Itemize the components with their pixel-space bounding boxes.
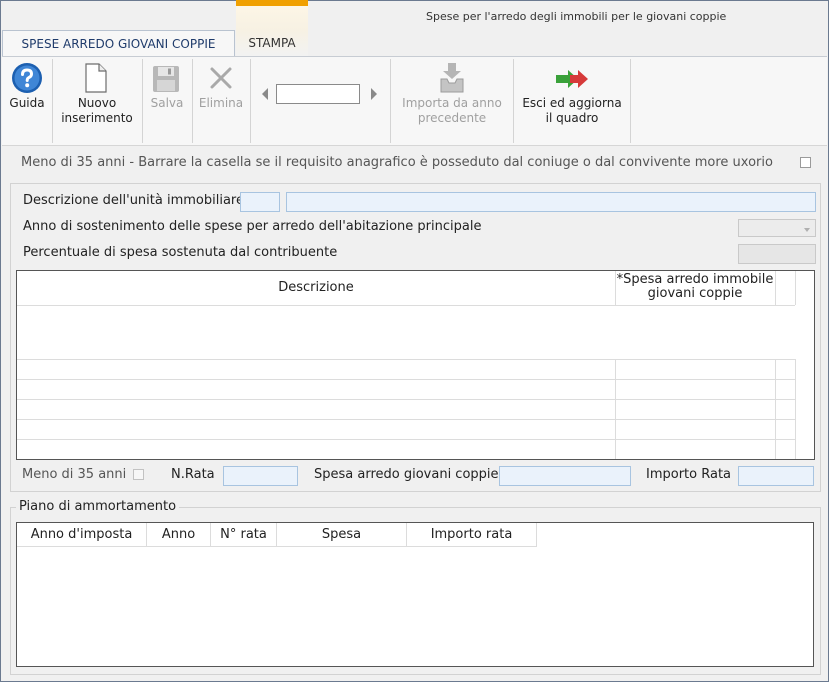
nuovo-label-line1: Nuovo bbox=[77, 96, 117, 110]
ribbon-separator bbox=[250, 59, 251, 143]
percentuale-label: Percentuale di spesa sostenuta dal contr… bbox=[23, 245, 338, 260]
window-title: Spese per l'arredo degli immobili per le… bbox=[426, 10, 727, 23]
record-navigator-input[interactable] bbox=[276, 84, 360, 104]
importo-rata-label: Importo Rata bbox=[646, 467, 732, 482]
piano-col-n-rata: N° rata bbox=[211, 523, 276, 546]
elimina-button[interactable]: Elimina bbox=[194, 57, 248, 143]
under35-spouse-checkbox[interactable] bbox=[800, 157, 811, 168]
esci-label-line1: Esci ed aggiorna bbox=[522, 96, 622, 110]
descrizione-label: Descrizione dell'unità immobiliare bbox=[23, 193, 244, 208]
percentuale-field[interactable] bbox=[738, 244, 816, 264]
anno-select[interactable] bbox=[738, 219, 816, 237]
salva-button[interactable]: Salva bbox=[144, 57, 190, 143]
expenses-grid: Descrizione *Spesa arredo immobile giova… bbox=[16, 270, 815, 460]
guida-label: Guida bbox=[9, 96, 45, 110]
nuovo-label-line2: inserimento bbox=[61, 111, 133, 125]
ribbon-toolbar: Guida Nuovo inserimento Salva Elimina Im… bbox=[2, 57, 827, 146]
nuovo-inserimento-button[interactable]: Nuovo inserimento bbox=[54, 57, 140, 143]
ribbon-separator bbox=[142, 59, 143, 143]
spesa-arredo-label: Spesa arredo giovani coppie bbox=[314, 467, 499, 482]
salva-label: Salva bbox=[150, 96, 184, 110]
esci-aggiorna-quadro-button[interactable]: Esci ed aggiorna il quadro bbox=[514, 57, 630, 143]
piano-title: Piano di ammortamento bbox=[16, 499, 180, 514]
chevron-down-icon bbox=[804, 228, 810, 232]
elimina-label: Elimina bbox=[198, 96, 244, 110]
piano-col-anno-imposta: Anno d'imposta bbox=[17, 523, 146, 546]
nav-prev-icon[interactable] bbox=[262, 88, 268, 100]
importa-label-line2: precedente bbox=[417, 111, 487, 125]
column-header-descrizione: Descrizione bbox=[17, 271, 615, 305]
anno-label: Anno di sostenimento delle spese per arr… bbox=[23, 219, 482, 234]
tab-highlight bbox=[236, 6, 308, 30]
descrizione-field[interactable] bbox=[286, 192, 816, 212]
new-document-icon bbox=[85, 63, 107, 93]
tab-spese-arredo[interactable]: SPESE ARREDO GIOVANI COPPIE bbox=[2, 30, 235, 56]
nrata-label: N.Rata bbox=[171, 467, 215, 482]
piano-grid: Anno d'imposta Anno N° rata Spesa Import… bbox=[16, 522, 814, 667]
descrizione-code-field[interactable] bbox=[240, 192, 280, 212]
import-icon bbox=[440, 63, 464, 93]
piano-col-spesa: Spesa bbox=[277, 523, 406, 546]
nav-next-icon[interactable] bbox=[371, 88, 377, 100]
under35-label: Meno di 35 anni bbox=[22, 467, 127, 482]
ribbon-separator bbox=[390, 59, 391, 143]
exit-arrow-icon bbox=[556, 70, 588, 88]
tab-stampa[interactable]: STAMPA bbox=[236, 30, 308, 56]
esci-label-line2: il quadro bbox=[545, 111, 599, 125]
delete-icon bbox=[210, 67, 232, 89]
guida-button[interactable]: Guida bbox=[4, 57, 50, 143]
under35-spouse-label: Meno di 35 anni - Barrare la casella se … bbox=[21, 155, 773, 170]
ribbon-separator bbox=[630, 59, 631, 143]
importo-rata-field[interactable] bbox=[738, 466, 814, 486]
piano-col-importo-rata: Importo rata bbox=[407, 523, 536, 546]
column-header-spesa-arredo: *Spesa arredo immobile giovani coppie bbox=[616, 273, 774, 305]
nrata-field[interactable] bbox=[223, 466, 298, 486]
importa-anno-precedente-button[interactable]: Importa da anno precedente bbox=[392, 57, 512, 143]
help-icon bbox=[12, 63, 42, 93]
under35-checkbox[interactable] bbox=[133, 469, 144, 480]
piano-col-anno: Anno bbox=[147, 523, 210, 546]
ribbon-separator bbox=[52, 59, 53, 143]
spesa-arredo-field[interactable] bbox=[499, 466, 631, 486]
save-icon bbox=[153, 66, 179, 92]
importa-label-line1: Importa da anno bbox=[402, 96, 502, 110]
ribbon-separator bbox=[192, 59, 193, 143]
